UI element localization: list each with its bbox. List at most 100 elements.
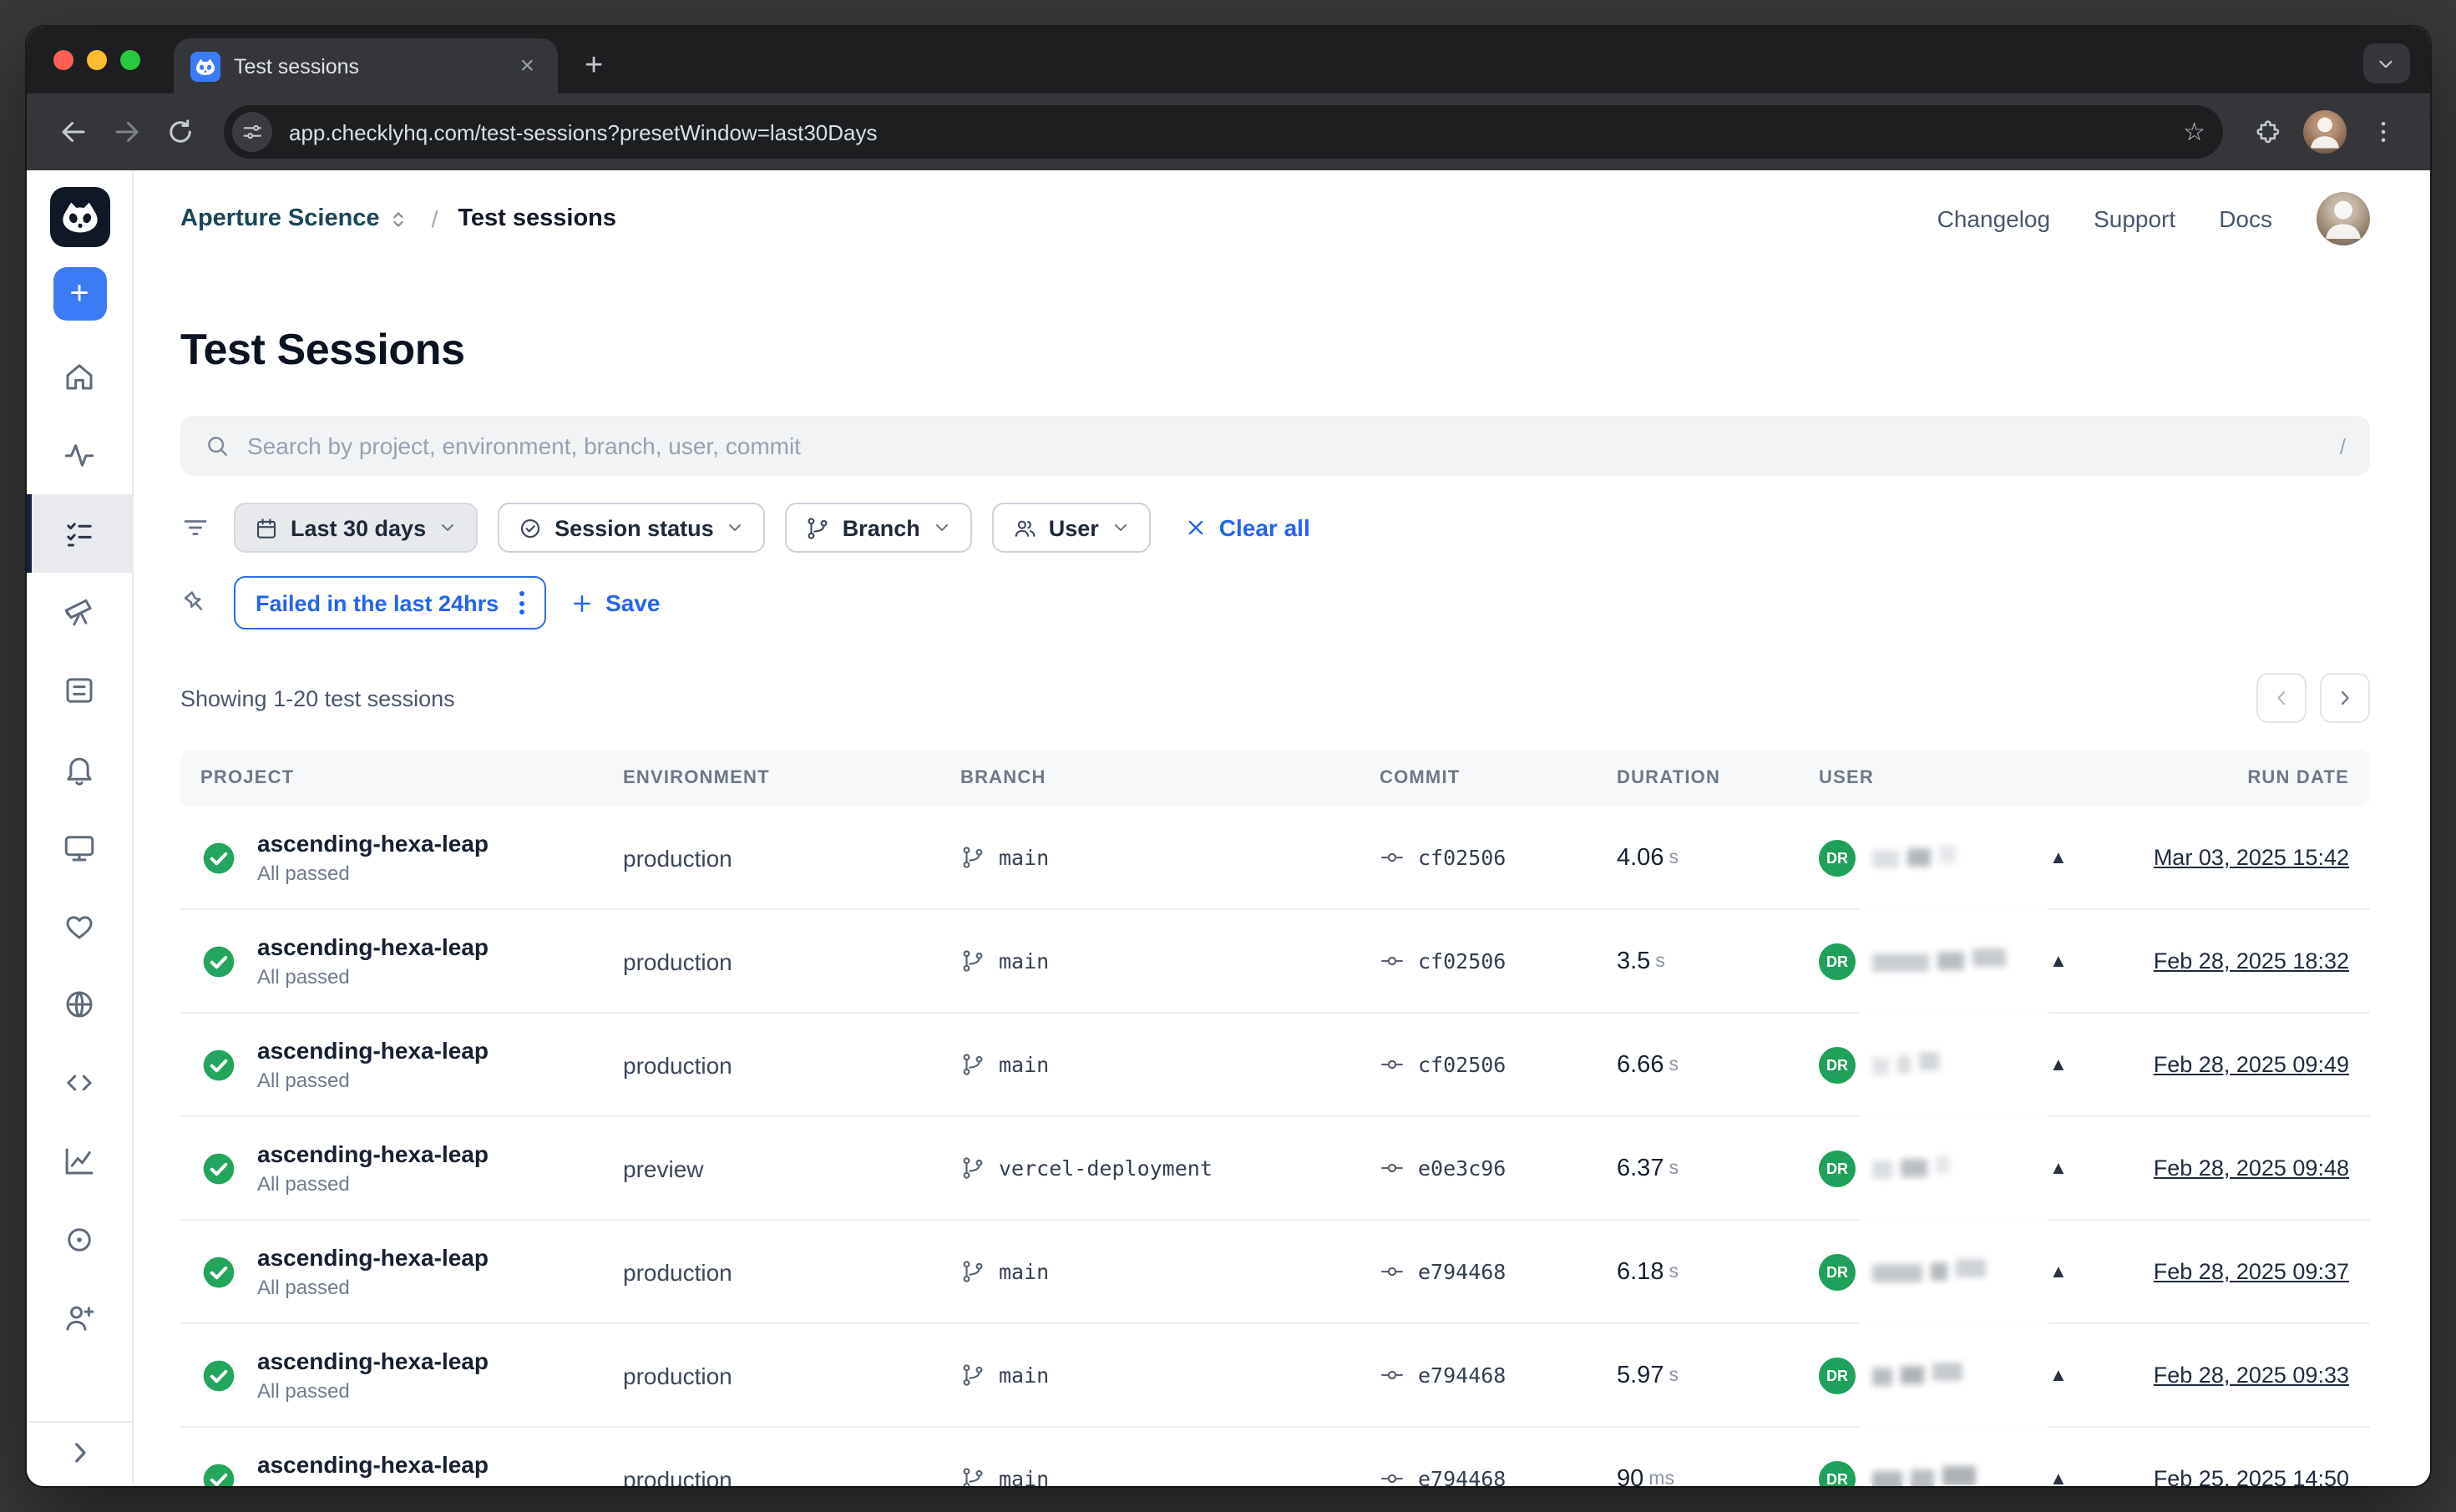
commit-sha: cf02506 [1418,948,1506,973]
duration-value: 6.18 [1617,1258,1663,1285]
run-date-link[interactable]: Feb 28, 2025 18:32 [2154,948,2349,973]
status-passed-icon [200,839,237,876]
status-text: All passed [257,1276,489,1299]
sidebar-item-private-locations[interactable] [27,965,132,1044]
status-text: All passed [257,1483,489,1485]
run-date-link[interactable]: Feb 28, 2025 09:49 [2154,1052,2349,1077]
pin-icon [180,588,210,618]
changelog-link[interactable]: Changelog [1937,205,2050,232]
git-branch-icon [960,948,985,973]
redacted-user-name [1872,1465,2033,1485]
run-date-link[interactable]: Feb 25, 2025 14:50 [2154,1466,2349,1485]
org-switcher[interactable]: Aperture Science [180,205,412,232]
column-user: USER [1799,768,2133,788]
column-duration: DURATION [1597,768,1799,788]
run-date-link[interactable]: Feb 28, 2025 09:37 [2154,1259,2349,1284]
kebab-menu-icon[interactable] [519,591,524,614]
browser-profile-avatar[interactable] [2302,110,2346,154]
sidebar-item-home[interactable] [27,337,132,416]
sidebar-item-list[interactable] [27,651,132,730]
table-row[interactable]: ascending-hexa-leapAll passed production… [180,910,2369,1014]
table-row[interactable]: ascending-hexa-leapAll passed production… [180,807,2369,910]
user-filter[interactable]: User [992,503,1151,553]
status-passed-icon [200,1150,237,1186]
plus-icon [569,590,594,615]
table-row[interactable]: ascending-hexa-leapAll passed production… [180,1428,2369,1485]
browser-tab[interactable]: Test sessions × [174,38,558,94]
table-row[interactable]: ascending-hexa-leapAll passed preview ve… [180,1117,2369,1221]
git-commit-icon [1380,1155,1405,1181]
vercel-triangle-icon: ▲ [2049,1054,2068,1075]
vercel-triangle-icon: ▲ [2049,1158,2068,1178]
status-passed-icon [200,943,237,979]
tab-search-button[interactable] [2362,43,2409,83]
date-range-filter[interactable]: Last 30 days [234,503,478,553]
browser-menu-icon[interactable] [2359,109,2406,155]
git-commit-icon [1380,1363,1405,1388]
previous-page-button[interactable] [2256,673,2306,723]
sidebar-item-status[interactable] [27,887,132,965]
extensions-icon[interactable] [2242,109,2289,155]
session-status-filter[interactable]: Session status [498,503,766,553]
column-environment: ENVIRONMENT [603,768,940,788]
bookmark-star-icon[interactable]: ☆ [2183,117,2205,147]
status-text: All passed [257,1069,489,1092]
person-plus-icon [62,1301,97,1336]
sidebar-item-telescope[interactable] [27,573,132,651]
run-date-link[interactable]: Feb 28, 2025 09:48 [2154,1155,2349,1181]
duration-unit: s [1669,1054,1679,1075]
duration-unit: s [1669,847,1679,867]
duration-value: 6.37 [1617,1155,1663,1181]
branch-filter[interactable]: Branch [786,503,972,553]
table-row[interactable]: ascending-hexa-leapAll passed production… [180,1324,2369,1428]
duration-value: 6.66 [1617,1051,1663,1078]
search-shortcut-hint: / [2340,433,2346,458]
new-tab-button[interactable]: + [571,38,616,94]
sidebar-item-alerts[interactable] [27,730,132,808]
project-name: ascending-hexa-leap [257,933,489,960]
save-filter-button[interactable]: Save [569,589,660,616]
screen: Test sessions × + app.check [0,0,2456,1512]
saved-filter-button[interactable]: Failed in the last 24hrs [234,576,545,630]
docs-link[interactable]: Docs [2219,205,2272,232]
tab-close-icon[interactable]: × [513,50,541,82]
forward-button[interactable] [104,109,150,155]
bell-icon [62,751,97,786]
sidebar-item-target[interactable] [27,1201,132,1279]
close-window-button[interactable] [53,50,73,70]
sidebar-item-activity[interactable] [27,416,132,494]
sidebar-item-monitor[interactable] [27,808,132,887]
back-button[interactable] [50,109,97,155]
sidebar-item-cli[interactable] [27,1044,132,1122]
user-avatar[interactable] [2316,192,2369,245]
user-avatar: DR [1819,1253,1856,1290]
run-date-link[interactable]: Mar 03, 2025 15:42 [2154,845,2349,870]
address-bar[interactable]: app.checklyhq.com/test-sessions?presetWi… [224,105,2222,159]
create-new-button[interactable]: + [53,267,106,321]
status-text: All passed [257,965,489,989]
project-name: ascending-hexa-leap [257,1244,489,1271]
chevron-down-icon [932,518,952,538]
zoom-window-button[interactable] [120,50,140,70]
status-passed-icon [200,1460,237,1485]
sidebar-item-invite-user[interactable] [27,1279,132,1358]
table-row[interactable]: ascending-hexa-leapAll passed production… [180,1221,2369,1324]
vercel-triangle-icon: ▲ [2049,1469,2068,1485]
run-date-link[interactable]: Feb 28, 2025 09:33 [2154,1363,2349,1388]
search-input[interactable] [247,432,2323,459]
sidebar-item-test-sessions[interactable] [27,494,132,573]
org-name: Aperture Science [180,205,380,232]
minimize-window-button[interactable] [87,50,107,70]
table-row[interactable]: ascending-hexa-leapAll passed production… [180,1014,2369,1117]
support-link[interactable]: Support [2094,205,2175,232]
redacted-user-name [1872,1258,2033,1285]
sidebar-expand-button[interactable] [27,1420,132,1485]
next-page-button[interactable] [2319,673,2369,723]
chart-icon [62,1144,97,1179]
sidebar-item-dashboards[interactable] [27,1122,132,1201]
clear-all-button[interactable]: Clear all [1184,514,1310,541]
reload-button[interactable] [157,109,204,155]
site-settings-icon[interactable] [232,112,272,152]
checkly-logo[interactable] [49,187,109,247]
column-project: PROJECT [180,768,603,788]
